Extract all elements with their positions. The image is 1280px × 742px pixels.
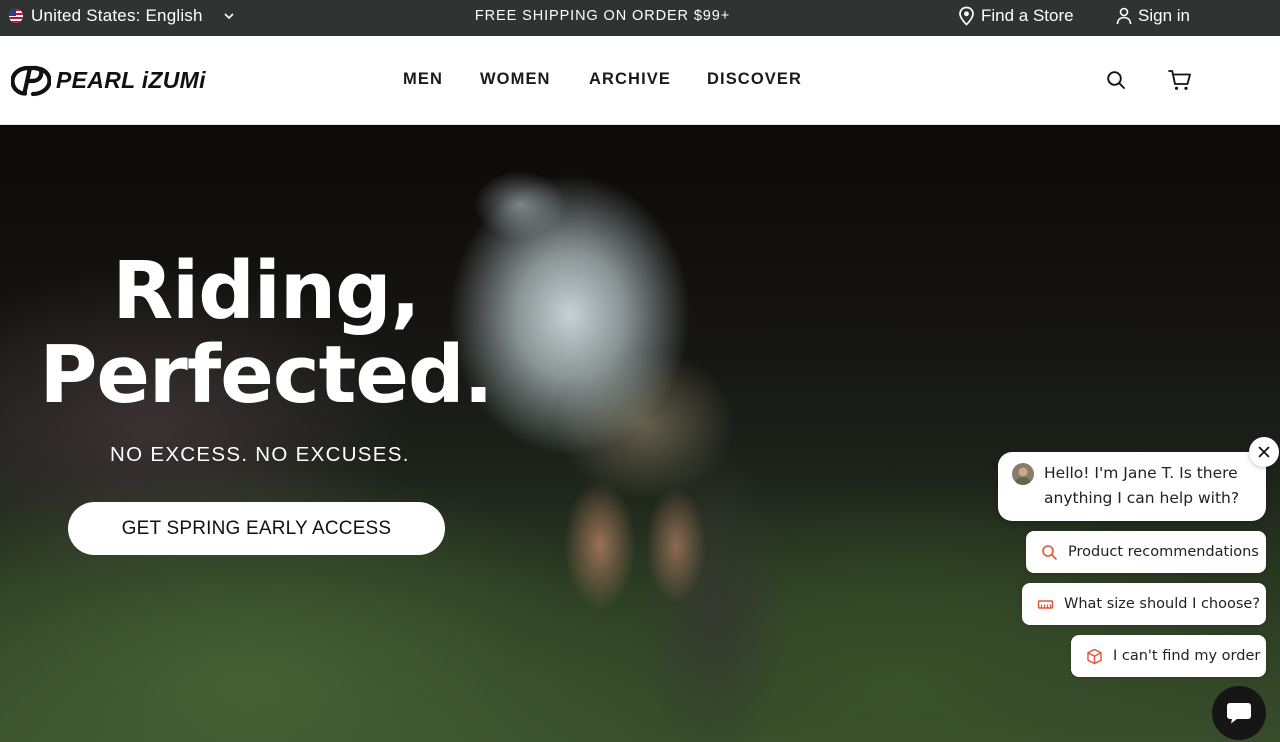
sign-in-label: Sign in bbox=[1138, 5, 1190, 25]
search-icon[interactable] bbox=[1106, 70, 1126, 90]
brand-logo[interactable]: PEARL iZUMi bbox=[11, 64, 206, 97]
cart-icon[interactable] bbox=[1168, 68, 1192, 92]
spring-early-access-button[interactable]: GET SPRING EARLY ACCESS bbox=[68, 502, 445, 555]
chat-option-find-order[interactable]: I can't find my order bbox=[1071, 635, 1266, 677]
nav-discover[interactable]: DISCOVER bbox=[707, 68, 802, 90]
locale-label: United States: English bbox=[31, 5, 203, 25]
locale-selector[interactable]: United States: English bbox=[9, 0, 235, 31]
chat-option-label: Product recommendations bbox=[1068, 544, 1259, 560]
close-icon bbox=[1258, 446, 1270, 458]
us-flag-icon bbox=[9, 8, 23, 23]
hero-title-line-1: Riding, bbox=[112, 245, 420, 337]
location-pin-icon bbox=[959, 6, 974, 26]
nav-women[interactable]: WOMEN bbox=[480, 68, 551, 90]
user-icon bbox=[1116, 7, 1132, 24]
nav-archive[interactable]: ARCHIVE bbox=[589, 68, 671, 90]
find-store-label: Find a Store bbox=[981, 5, 1074, 25]
find-store-link[interactable]: Find a Store bbox=[958, 0, 1074, 31]
main-header: PEARL iZUMi MEN WOMEN ARCHIVE DISCOVER bbox=[0, 36, 1280, 125]
shipping-promo: FREE SHIPPING ON ORDER $99+ bbox=[474, 7, 731, 24]
chat-option-label: What size should I choose? bbox=[1064, 596, 1261, 612]
nav-men[interactable]: MEN bbox=[403, 68, 443, 90]
chat-option-product-recommendations[interactable]: Product recommendations bbox=[1026, 531, 1266, 573]
chevron-down-icon bbox=[224, 12, 234, 19]
chat-launcher-button[interactable] bbox=[1212, 686, 1266, 740]
ruler-icon bbox=[1037, 599, 1054, 609]
agent-avatar bbox=[1012, 463, 1034, 485]
sign-in-link[interactable]: Sign in bbox=[1116, 0, 1190, 31]
chat-bubble-icon bbox=[1227, 703, 1251, 724]
chat-close-button[interactable] bbox=[1249, 437, 1279, 467]
chat-option-label: I can't find my order bbox=[1113, 648, 1261, 664]
brand-wordmark: PEARL iZUMi bbox=[56, 67, 206, 93]
chat-option-size-help[interactable]: What size should I choose? bbox=[1022, 583, 1266, 625]
hero-subtitle: NO EXCESS. NO EXCUSES. bbox=[110, 443, 410, 466]
chat-greeting-text: Hello! I'm Jane T. Is there anything I c… bbox=[1044, 464, 1240, 507]
pearl-izumi-logo-icon bbox=[11, 65, 51, 96]
hero-title: Riding, Perfected. bbox=[36, 249, 496, 417]
hero-title-line-2: Perfected. bbox=[39, 329, 493, 421]
package-icon bbox=[1087, 648, 1102, 664]
utility-bar: United States: English FREE SHIPPING ON … bbox=[0, 0, 1280, 36]
search-icon bbox=[1042, 544, 1057, 560]
chat-greeting-bubble[interactable]: Hello! I'm Jane T. Is there anything I c… bbox=[998, 452, 1266, 521]
